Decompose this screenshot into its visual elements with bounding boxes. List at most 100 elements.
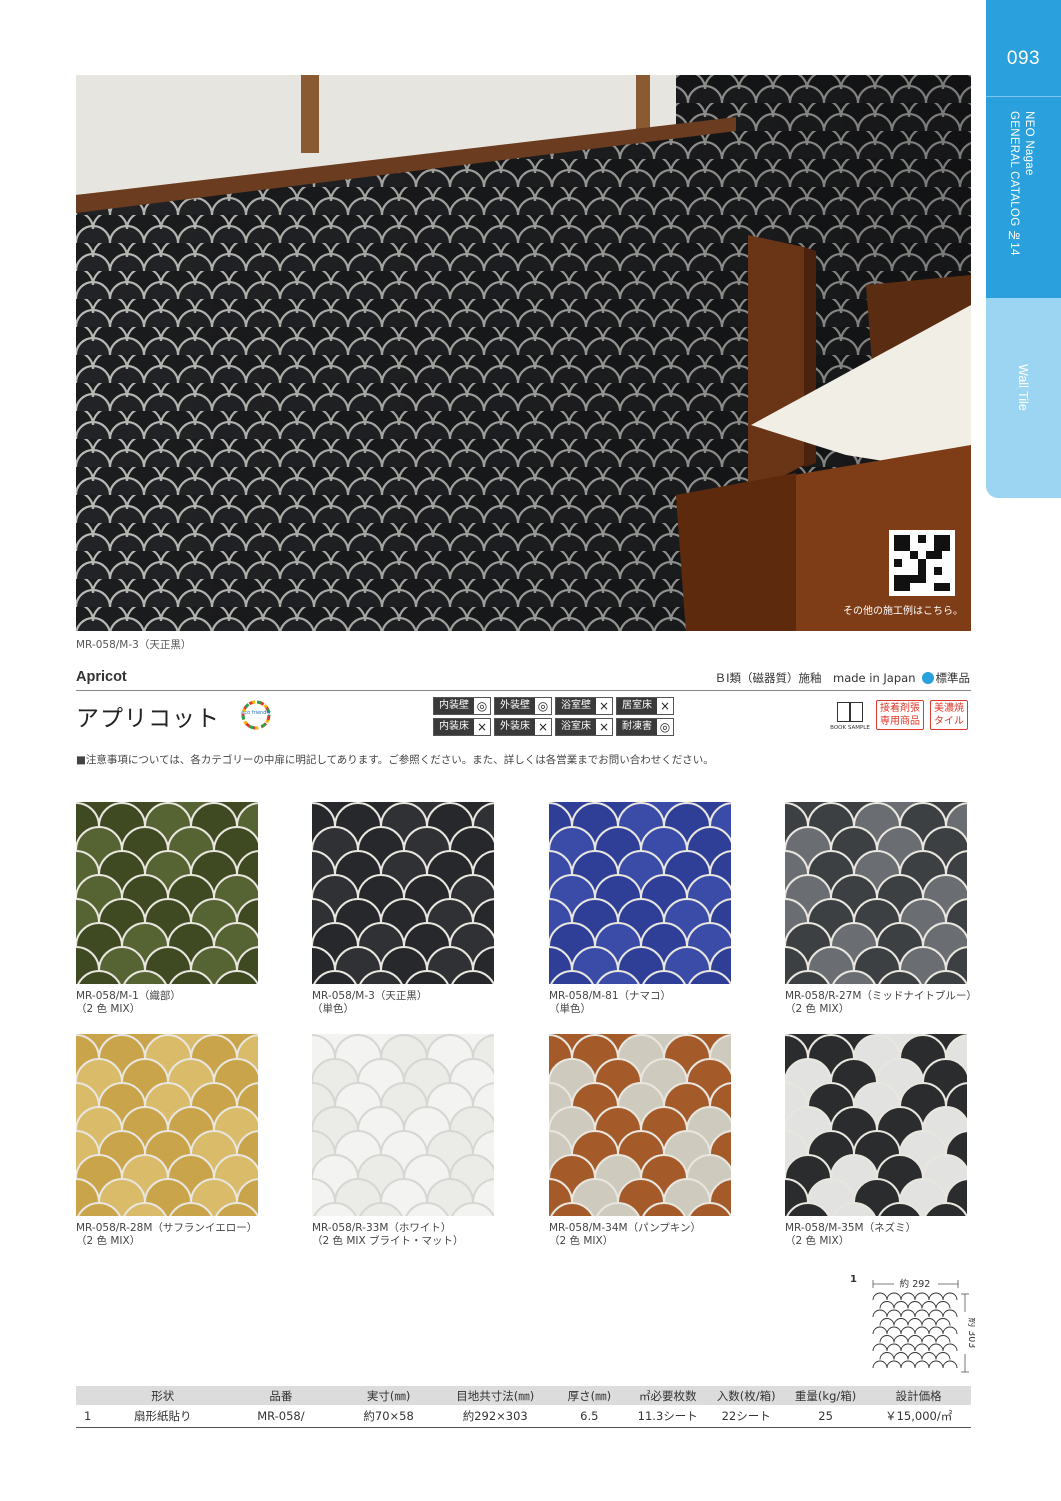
usage-cell: 外装床 × [494, 718, 552, 736]
usage-row: 内装床 × 外装床 × 浴室床 × 耐凍害 ◎ [433, 718, 674, 736]
usage-label: 浴室壁 [556, 698, 596, 714]
page-number: 093 [1006, 48, 1041, 69]
usage-mark: ◎ [474, 698, 490, 714]
usage-cell: 内装壁 ◎ [433, 697, 491, 715]
tile-swatch-caption: MR-058/R-33M（ホワイト） （2 色 MIX ブライト・マット） [312, 1222, 494, 1248]
product-spec: ＢⅠ類（磁器質）施釉 made in Japan 標準品 [715, 670, 970, 686]
section-label: Wall Tile [1016, 364, 1030, 411]
spec-table: 形状 品番 実寸(㎜) 目地共寸法(㎜) 厚さ(㎜) ㎡必要枚数 入数(枚/箱) 重量(kg/… [76, 1386, 971, 1428]
usage-cell: 耐凍害 ◎ [616, 718, 674, 736]
book-sample: BOOK SAMPLE [830, 700, 870, 731]
table-header-cell: 厚さ(㎜) [550, 1386, 628, 1405]
usage-label: 耐凍害 [617, 719, 657, 735]
adhesive-only-badge: 接着剤張 専用商品 [876, 700, 924, 730]
table-header-cell: ㎡必要枚数 [628, 1386, 708, 1405]
tile-swatch-image [76, 1034, 258, 1216]
product-name-en: Apricot [76, 669, 127, 685]
tile-swatch: MR-058/M-35M（ネズミ） （2 色 MIX） [785, 1034, 967, 1248]
tile-swatch-image [549, 802, 731, 984]
swatch-code: MR-058/M-35M（ネズミ） [785, 1222, 917, 1234]
tile-swatch-caption: MR-058/M-35M（ネズミ） （2 色 MIX） [785, 1222, 967, 1248]
table-header-cell: 実寸(㎜) [337, 1386, 440, 1405]
tile-swatch: MR-058/M-3（天正黒） （単色） [312, 802, 494, 1016]
swatch-mix: （2 色 MIX） [785, 1235, 850, 1247]
swatch-mix: （2 色 MIX） [76, 1003, 141, 1015]
tile-swatch-caption: MR-058/M-1（織部） （2 色 MIX） [76, 990, 258, 1016]
tile-swatch-image [785, 802, 967, 984]
qr-code-icon [894, 535, 950, 591]
book-icon [837, 702, 863, 722]
installation-photo [76, 75, 971, 631]
catalog-brand: NEO Nagae [1023, 111, 1035, 176]
usage-label: 居室床 [617, 698, 657, 714]
table-body: 1 扇形紙貼り MR-058/約70×58 約292×303 6.5 11.3シート 22シ… [76, 1405, 971, 1428]
section-tab-wall-tile[interactable]: Wall Tile [986, 298, 1061, 498]
usage-mark: × [657, 698, 673, 714]
table-cell: 約70×58 [337, 1405, 440, 1428]
tile-swatch: MR-058/M-34M（パンプキン） （2 色 MIX） [549, 1034, 731, 1248]
usage-table: 内装壁 ◎ 外装壁 ◎ 浴室壁 × 居室床 × 内装床 × 外装床 × 浴室床 × 耐凍害 ◎ [433, 697, 674, 739]
swatch-code: MR-058/R-27M（ミッドナイトブルー） [785, 990, 977, 1002]
usage-label: 内装壁 [434, 698, 474, 714]
tile-swatch: MR-058/M-1（織部） （2 色 MIX） [76, 802, 258, 1016]
swatch-mix: （2 色 MIX） [76, 1235, 141, 1247]
swatch-code: MR-058/M-34M（パンプキン） [549, 1222, 701, 1234]
usage-label: 外装床 [495, 719, 535, 735]
spec-text: ＢⅠ類（磁器質）施釉 made in Japan [714, 671, 916, 685]
tile-swatch-caption: MR-058/M-81（ナマコ） （単色） [549, 990, 731, 1016]
swatch-mix: （2 色 MIX） [785, 1003, 850, 1015]
book-sample-label: BOOK SAMPLE [830, 725, 870, 731]
usage-mark: × [596, 719, 612, 735]
table-cell: 22シート [707, 1405, 785, 1428]
swatch-mix: （単色） [549, 1003, 591, 1015]
swatch-code: MR-058/M-1（織部） [76, 990, 181, 1002]
table-cell: 扇形紙貼り [101, 1405, 225, 1428]
qr-code[interactable] [889, 530, 955, 596]
table-cell: 25 [784, 1405, 867, 1428]
table-header-row: 形状 品番 実寸(㎜) 目地共寸法(㎜) 厚さ(㎜) ㎡必要枚数 入数(枚/箱) 重量(kg/… [76, 1386, 971, 1405]
table-cell: 約292×303 [439, 1405, 551, 1428]
tile-swatch: MR-058/R-33M（ホワイト） （2 色 MIX ブライト・マット） [312, 1034, 494, 1248]
usage-row: 内装壁 ◎ 外装壁 ◎ 浴室壁 × 居室床 × [433, 697, 674, 715]
standard-dot-icon [921, 672, 934, 684]
usage-mark: × [535, 719, 551, 735]
eco-friendly-icon: eco friendly [241, 700, 271, 730]
tile-swatch-image [549, 1034, 731, 1216]
tile-swatch: MR-058/R-28M（サフランイエロー） （2 色 MIX） [76, 1034, 258, 1248]
diagram-number: 1 [850, 1274, 857, 1285]
table-header-cell [76, 1386, 102, 1405]
table-header-cell: 入数(枚/箱) [707, 1386, 785, 1405]
swatch-code: MR-058/R-28M（サフランイエロー） [76, 1222, 258, 1234]
size-diagram: 1 約 292 約 303 [850, 1274, 975, 1373]
usage-label: 外装壁 [495, 698, 535, 714]
usage-cell: 浴室壁 × [555, 697, 613, 715]
header-rule [76, 690, 971, 691]
hero-caption: MR-058/M-3（天正黒） [76, 639, 192, 651]
hero-photo: その他の施工例はこちら。 [76, 75, 971, 631]
tile-swatch-image [312, 802, 494, 984]
notice-text: ■注意事項については、各カテゴリーの中扉に明記してあります。ご参照ください。また… [76, 754, 714, 766]
catalog-tab: NEO Nagae GENERAL CATALOG №14 [986, 96, 1061, 298]
table-row: 1 扇形紙貼り MR-058/約70×58 約292×303 6.5 11.3シート 22シ… [76, 1405, 971, 1428]
table-header-cell: 目地共寸法(㎜) [439, 1386, 551, 1405]
tile-swatch-caption: MR-058/M-3（天正黒） （単色） [312, 990, 494, 1016]
catalog-title: GENERAL CATALOG №14 [1008, 111, 1020, 256]
tile-swatch-image [785, 1034, 967, 1216]
usage-mark: × [596, 698, 612, 714]
usage-cell: 浴室床 × [555, 718, 613, 736]
sheet-outline [872, 1292, 958, 1369]
tile-swatch-caption: MR-058/R-28M（サフランイエロー） （2 色 MIX） [76, 1222, 258, 1248]
qr-caption: その他の施工例はこちら。 [843, 606, 963, 617]
tile-swatch-image [312, 1034, 494, 1216]
tile-swatch-caption: MR-058/R-27M（ミッドナイトブルー） （2 色 MIX） [785, 990, 977, 1016]
usage-mark: × [474, 719, 490, 735]
swatch-mix: （単色） [312, 1003, 354, 1015]
swatch-code: MR-058/M-3（天正黒） [312, 990, 428, 1002]
usage-label: 浴室床 [556, 719, 596, 735]
swatch-code: MR-058/R-33M（ホワイト） [312, 1222, 452, 1234]
table-header-cell: 形状 [101, 1386, 225, 1405]
table-cell: 6.5 [550, 1405, 628, 1428]
table-header-cell: 重量(kg/箱) [784, 1386, 867, 1405]
table-cell: 11.3シート [628, 1405, 708, 1428]
table-header-cell: 品番 [224, 1386, 338, 1405]
